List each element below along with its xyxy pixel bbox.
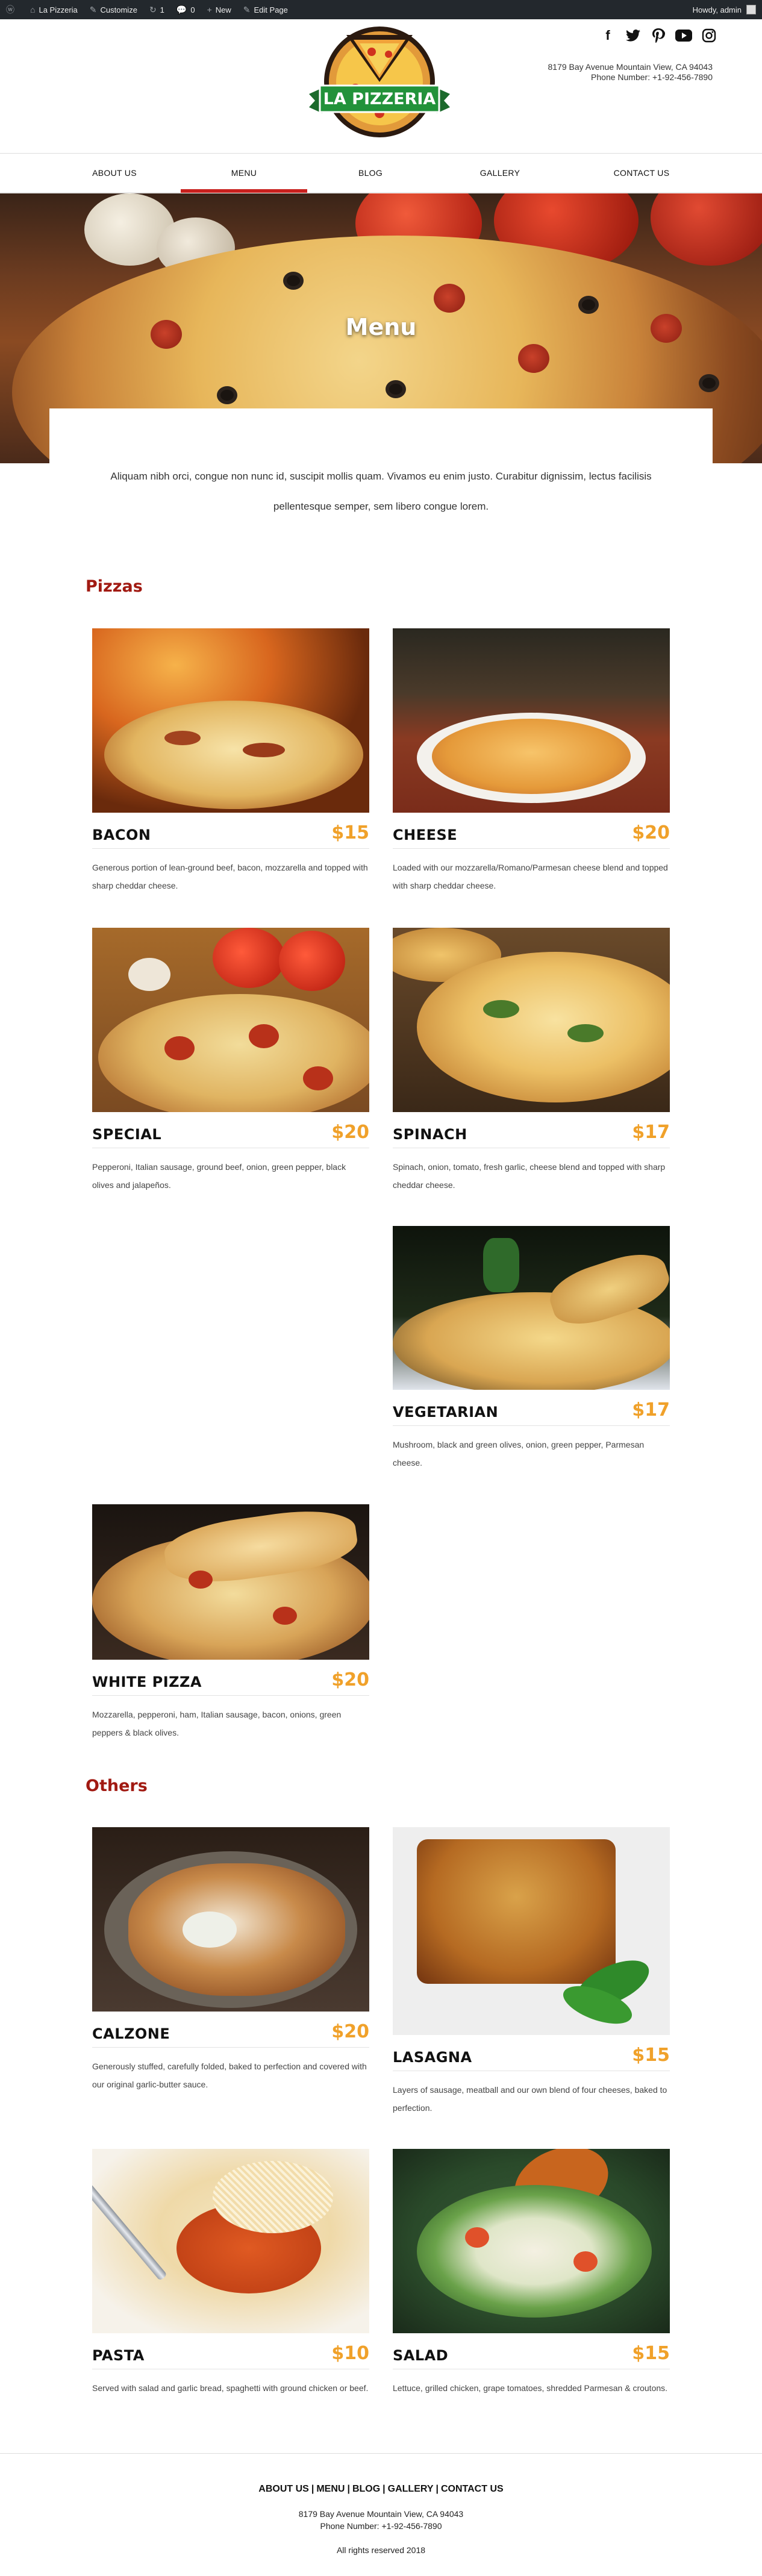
menu-item-lasagna[interactable]: LASAGNA $15 Layers of sausage, meatball …	[393, 1827, 670, 2117]
header-address: 8179 Bay Avenue Mountain View, CA 94043 …	[548, 62, 713, 82]
main-nav: ABOUT US MENU BLOG GALLERY CONTACT US	[0, 153, 762, 193]
admin-site-link[interactable]: ⌂ La Pizzeria	[24, 0, 84, 19]
comment-icon: 💬	[176, 4, 187, 14]
footer-address: 8179 Bay Avenue Mountain View, CA 94043 …	[298, 2509, 464, 2531]
food-photo	[393, 2149, 670, 2333]
food-photo	[92, 2149, 369, 2333]
pizza-photo	[393, 1226, 670, 1390]
copyright: All rights reserved 2018	[336, 2545, 426, 2555]
pepperoni-image	[518, 344, 549, 373]
footer-link-blog[interactable]: BLOG	[350, 2484, 383, 2494]
menu-item-white-pizza[interactable]: WHITE PIZZA $20 Mozzarella, pepperoni, h…	[92, 1504, 369, 1742]
footer-link-contact[interactable]: CONTACT US	[439, 2484, 506, 2494]
pizza-photo	[92, 928, 369, 1112]
admin-customize-link[interactable]: ✎ Customize	[84, 0, 143, 19]
admin-edit-page-link[interactable]: ✎ Edit Page	[237, 0, 294, 19]
menu-item-vegetarian[interactable]: VEGETARIAN $17 Mushroom, black and green…	[393, 1226, 670, 1472]
olive-image	[386, 380, 406, 398]
avatar	[746, 5, 756, 14]
site-logo[interactable]: LA PIZZERIA	[304, 23, 455, 140]
footer-link-about[interactable]: ABOUT US	[256, 2484, 311, 2494]
admin-account-menu[interactable]: Howdy, admin	[687, 0, 762, 19]
tomato-image	[651, 193, 762, 266]
twitter-icon[interactable]	[625, 27, 642, 44]
olive-image	[578, 296, 599, 314]
menu-item-cheese[interactable]: CHEESE $20 Loaded with our mozzarella/Ro…	[393, 628, 670, 895]
youtube-icon[interactable]	[675, 27, 692, 44]
nav-item-about[interactable]: ABOUT US	[54, 154, 175, 193]
nav-item-menu[interactable]: MENU	[181, 154, 307, 193]
olive-image	[699, 374, 719, 392]
admin-updates-link[interactable]: ↻ 1	[143, 0, 170, 19]
wordpress-logo-icon[interactable]: ⓦ	[0, 0, 24, 19]
menu-item-calzone[interactable]: CALZONE $20 Generously stuffed, carefull…	[92, 1827, 369, 2093]
olive-image	[283, 272, 304, 290]
site-footer: ABOUT US | MENU | BLOG | GALLERY | CONTACT US 81…	[0, 2453, 762, 2576]
page-title: Menu	[345, 314, 417, 340]
nav-item-blog[interactable]: BLOG	[310, 154, 431, 193]
admin-comments-link[interactable]: 💬 0	[170, 0, 201, 19]
instagram-icon[interactable]	[701, 27, 717, 44]
pizza-photo	[92, 1504, 369, 1660]
menu-item-salad[interactable]: SALAD $15 Lettuce, grilled chicken, grap…	[393, 2149, 670, 2397]
nav-active-indicator	[181, 189, 307, 193]
section-title-pizzas: Pizzas	[86, 577, 143, 596]
plus-icon: +	[207, 5, 212, 14]
olive-image	[217, 386, 237, 404]
food-photo	[92, 1827, 369, 2012]
menu-item-bacon[interactable]: BACON $15 Generous portion of lean-groun…	[92, 628, 369, 895]
footer-link-gallery[interactable]: GALLERY	[386, 2484, 436, 2494]
pinterest-icon[interactable]	[650, 27, 667, 44]
facebook-icon[interactable]: f	[599, 27, 616, 44]
pencil-icon: ✎	[243, 4, 251, 14]
footer-link-menu[interactable]: MENU	[314, 2484, 347, 2494]
brush-icon: ✎	[89, 4, 97, 14]
pizza-photo	[393, 628, 670, 813]
pepperoni-image	[434, 284, 465, 313]
pizza-photo	[92, 628, 369, 813]
admin-new-link[interactable]: + New	[201, 0, 237, 19]
updates-icon: ↻	[149, 4, 157, 14]
footer-nav: ABOUT US | MENU | BLOG | GALLERY | CONTACT US	[0, 2484, 762, 2495]
pizza-photo	[393, 928, 670, 1112]
admin-bar: ⓦ ⌂ La Pizzeria ✎ Customize ↻ 1 💬 0 + New ✎ Ed…	[0, 0, 762, 19]
social-links: f	[599, 27, 717, 44]
nav-item-gallery[interactable]: GALLERY	[440, 154, 560, 193]
nav-item-contact[interactable]: CONTACT US	[581, 154, 702, 193]
section-title-others: Others	[86, 1777, 148, 1795]
pizza-logo-icon: LA PIZZERIA	[309, 27, 450, 137]
menu-item-special[interactable]: SPECIAL $20 Pepperoni, Italian sausage, …	[92, 928, 369, 1194]
svg-text:LA PIZZERIA: LA PIZZERIA	[323, 90, 436, 108]
food-photo	[393, 1827, 670, 2035]
intro-text: Aliquam nibh orci, congue non nunc id, s…	[49, 408, 713, 535]
home-icon: ⌂	[30, 5, 36, 14]
menu-item-pasta[interactable]: PASTA $10 Served with salad and garlic b…	[92, 2149, 369, 2397]
menu-item-spinach[interactable]: SPINACH $17 Spinach, onion, tomato, fres…	[393, 928, 670, 1194]
